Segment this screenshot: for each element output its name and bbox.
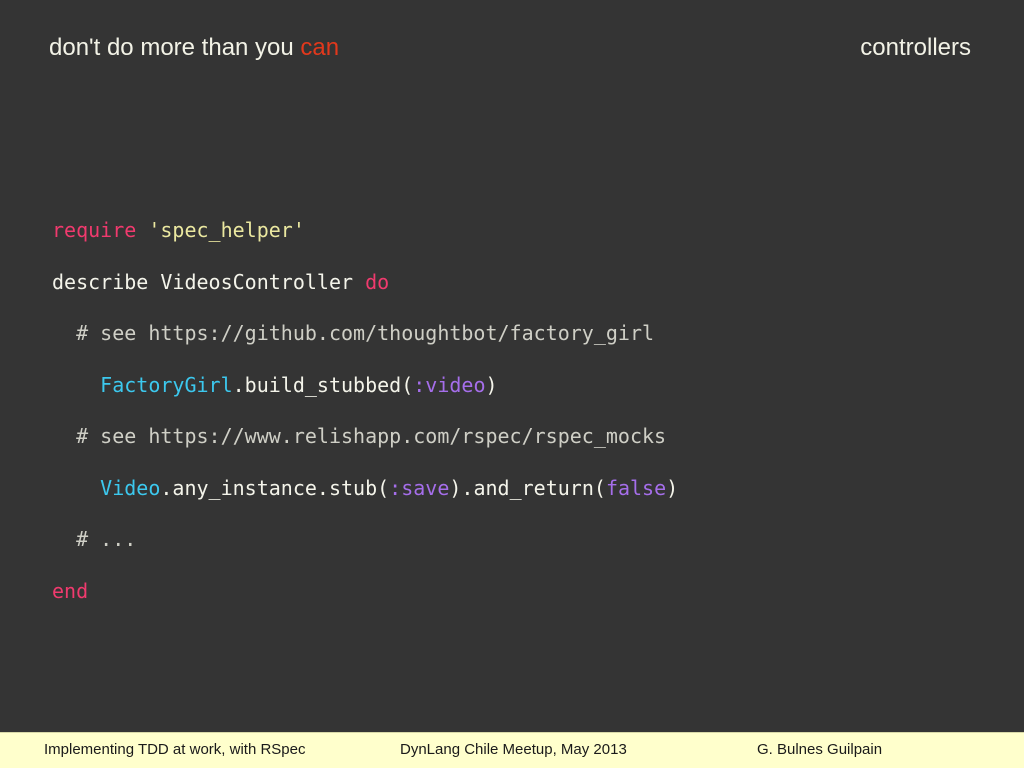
code-line-8: end [52, 576, 678, 628]
code-line-4: FactoryGirl.build_stubbed(:video) [52, 370, 678, 422]
code-keyword: end [52, 578, 89, 603]
footer-author: G. Bulnes Guilpain [757, 741, 883, 758]
slide-title-prefix: don't do more than you [49, 34, 301, 61]
code-text: ) [485, 372, 498, 397]
code-class: Video [100, 475, 161, 500]
code-text: .build_stubbed( [232, 372, 414, 397]
code-keyword: require [52, 218, 137, 242]
code-class: FactoryGirl [100, 372, 233, 397]
code-symbol: :video [413, 372, 486, 397]
footer-bar: Implementing TDD at work, with RSpec Dyn… [0, 732, 1024, 768]
code-line-5: # see https://www.relishapp.com/rspec/rs… [52, 424, 667, 448]
slide: don't do more than you can controllers r… [0, 0, 1024, 768]
code-symbol: false [605, 475, 667, 500]
footer-talk-title: Implementing TDD at work, with RSpec [44, 741, 306, 758]
section-title: controllers [860, 34, 971, 61]
code-text: ).and_return( [449, 475, 606, 500]
code-text: .any_instance.stub( [160, 475, 390, 500]
slide-title: don't do more than you can [49, 34, 339, 62]
code-line-2: describe VideosController do [52, 267, 678, 319]
code-line-7: # ... [52, 527, 137, 551]
code-line-3: # see https://github.com/thoughtbot/fact… [52, 321, 655, 345]
code-text: describe VideosController [52, 269, 366, 294]
code-line-1: require 'spec_helper' [52, 215, 678, 267]
code-symbol: :save [389, 475, 450, 500]
code-string: 'spec_helper' [148, 218, 305, 242]
code-block: require 'spec_helper' describe VideosCon… [52, 215, 678, 627]
code-keyword: do [365, 269, 390, 294]
footer-event: DynLang Chile Meetup, May 2013 [400, 741, 627, 758]
slide-title-accent: can [300, 34, 340, 61]
code-line-6: Video.any_instance.stub(:save).and_retur… [52, 473, 678, 525]
code-text: ) [666, 475, 679, 500]
